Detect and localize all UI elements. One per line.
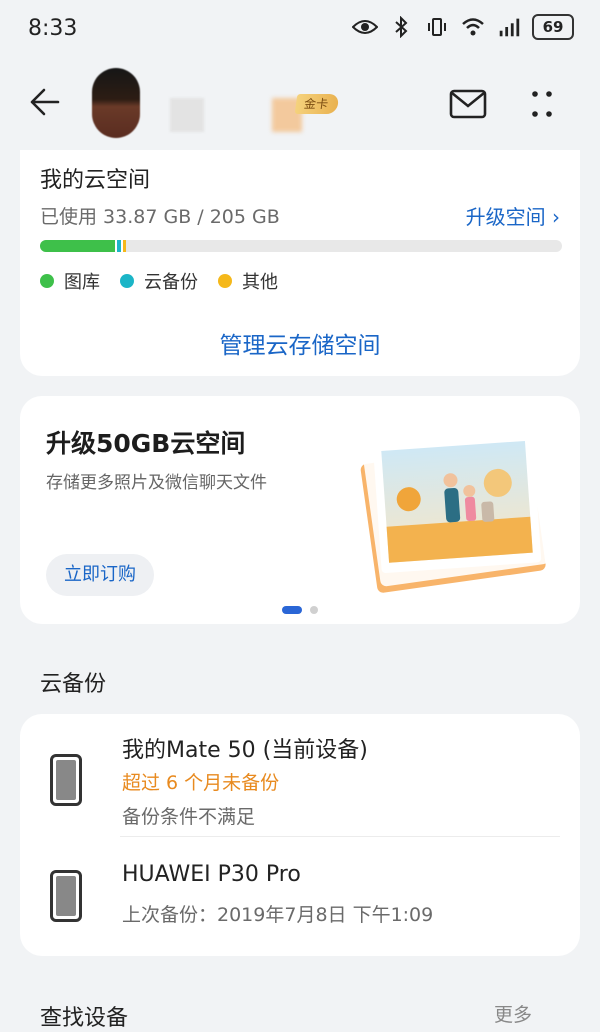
device-meta: 备份条件不满足 (122, 806, 256, 828)
vibrate-icon (424, 16, 450, 38)
eye-icon (352, 16, 378, 38)
mail-icon (449, 89, 487, 119)
legend-gallery: 图库 (40, 268, 100, 294)
storage-title: 我的云空间 (40, 168, 151, 193)
status-bar: 8:33 69 (0, 0, 600, 62)
find-device-header: 查找设备 更多 (0, 996, 600, 1031)
promo-card[interactable]: 升级50GB云空间 存储更多照片及微信聊天文件 立即订购 (20, 396, 580, 624)
legend-dot-gallery (40, 274, 54, 288)
account-name-blur (170, 98, 204, 132)
legend-label: 图库 (64, 272, 100, 293)
storage-legend: 图库 云备份 其他 (40, 268, 278, 294)
storage-usage: 已使用 33.87 GB / 205 GB (40, 206, 280, 228)
more-link[interactable]: 更多 (494, 1000, 532, 1027)
signal-4g-icon (496, 16, 522, 38)
arrow-left-icon (30, 88, 60, 116)
phone-icon (50, 870, 82, 922)
backup-section-title: 云备份 (40, 672, 107, 697)
manage-storage-button[interactable]: 管理云存储空间 (20, 326, 580, 360)
upgrade-space-label: 升级空间 (465, 205, 546, 229)
device-row-mate50[interactable]: 我的Mate 50 (当前设备) 超过 6 个月未备份 备份条件不满足 (20, 714, 580, 840)
legend-label: 云备份 (144, 272, 198, 293)
status-time: 8:33 (28, 16, 78, 41)
usage-segment-gallery (40, 240, 116, 252)
device-row-p30pro[interactable]: HUAWEI P30 Pro 上次备份：2019年7月8日 下午1:09 (20, 840, 580, 950)
phone-icon (50, 754, 82, 806)
legend-other: 其他 (218, 268, 278, 294)
legend-dot-other (218, 274, 232, 288)
bluetooth-icon (388, 16, 414, 38)
subscribe-button[interactable]: 立即订购 (46, 554, 154, 596)
app-header: 金卡 (0, 62, 600, 146)
cloud-storage-card: 我的云空间 已使用 33.87 GB / 205 GB 升级空间 › 图库 云备… (20, 150, 580, 376)
family-photo-illustration (360, 432, 549, 593)
avatar[interactable] (92, 68, 140, 138)
more-options-button[interactable] (520, 84, 564, 124)
carousel-dot (310, 606, 318, 614)
backup-card: 我的Mate 50 (当前设备) 超过 6 个月未备份 备份条件不满足 HUAW… (20, 714, 580, 956)
legend-dot-backup (120, 274, 134, 288)
usage-segment-other (123, 240, 127, 252)
device-meta: 上次备份：2019年7月8日 下午1:09 (122, 904, 434, 926)
more-dots-icon (532, 91, 552, 117)
battery-indicator: 69 (532, 14, 574, 40)
divider (120, 836, 560, 837)
member-badge: 金卡 (294, 94, 340, 114)
chevron-right-icon: › (552, 205, 560, 229)
back-button[interactable] (24, 80, 68, 124)
backup-warning: 超过 6 个月未备份 (122, 772, 280, 794)
carousel-dot-active (282, 606, 302, 614)
find-device-title: 查找设备 (40, 1006, 129, 1031)
mail-button[interactable] (448, 86, 488, 122)
storage-usage-bar (40, 240, 562, 252)
legend-label: 其他 (242, 272, 278, 293)
wifi-icon (460, 16, 486, 38)
carousel-indicator (20, 606, 580, 614)
status-icons: 69 (352, 14, 574, 40)
device-name: 我的Mate 50 (当前设备) (122, 738, 368, 763)
device-name: HUAWEI P30 Pro (122, 862, 301, 887)
promo-subtitle: 存储更多照片及微信聊天文件 (46, 473, 267, 493)
legend-backup: 云备份 (120, 268, 198, 294)
upgrade-space-link[interactable]: 升级空间 › (466, 201, 560, 230)
promo-title: 升级50GB云空间 (46, 429, 246, 458)
